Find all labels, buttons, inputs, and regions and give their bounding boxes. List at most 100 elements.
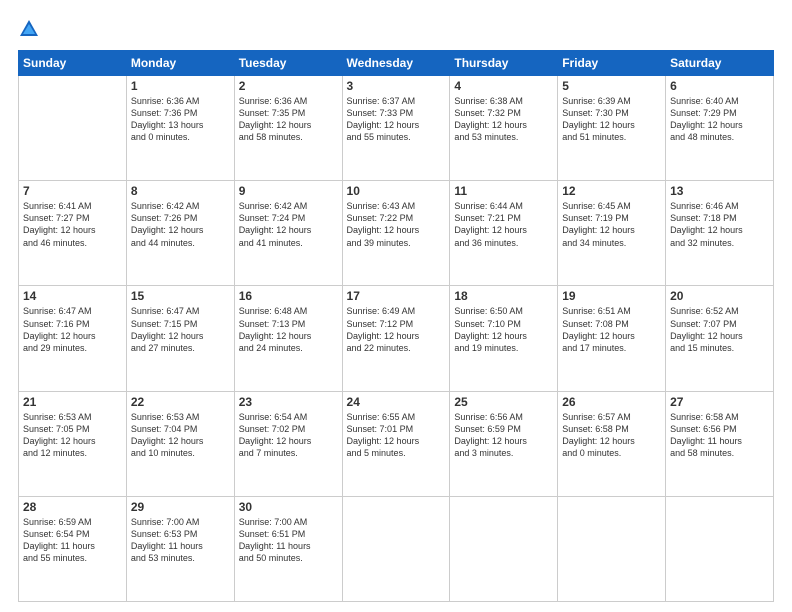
- day-number: 22: [131, 395, 230, 409]
- day-number: 12: [562, 184, 661, 198]
- calendar-cell: 4Sunrise: 6:38 AMSunset: 7:32 PMDaylight…: [450, 76, 558, 181]
- day-number: 11: [454, 184, 553, 198]
- day-info: Sunrise: 6:52 AMSunset: 7:07 PMDaylight:…: [670, 305, 769, 354]
- calendar-cell: [342, 496, 450, 601]
- calendar-cell: 6 Sunrise: 6:40 AMSunset: 7:29 PMDaylight…: [666, 76, 774, 181]
- day-info: Sunrise: 6:57 AMSunset: 6:58 PMDaylight:…: [562, 411, 661, 460]
- day-number: 29: [131, 500, 230, 514]
- calendar-cell: 3 Sunrise: 6:37 AMSunset: 7:33 PMDaylight…: [342, 76, 450, 181]
- calendar-week-5: 28Sunrise: 6:59 AMSunset: 6:54 PMDayligh…: [19, 496, 774, 601]
- calendar-cell: 30 Sunrise: 7:00 AMSunset: 6:51 PMDayligh…: [234, 496, 342, 601]
- day-info: Sunrise: 6:37 AMSunset: 7:33 PMDaylight:…: [347, 95, 446, 144]
- day-info: Sunrise: 6:36 AMSunset: 7:35 PMDaylight:…: [239, 95, 338, 144]
- calendar-cell: 26 Sunrise: 6:57 AMSunset: 6:58 PMDayligh…: [558, 391, 666, 496]
- calendar-cell: 22 Sunrise: 6:53 AMSunset: 7:04 PMDayligh…: [126, 391, 234, 496]
- weekday-header-friday: Friday: [558, 51, 666, 76]
- day-number: 26: [562, 395, 661, 409]
- day-number: 3: [347, 79, 446, 93]
- day-number: 30: [239, 500, 338, 514]
- day-number: 5: [562, 79, 661, 93]
- day-info: Sunrise: 6:50 AMSunset: 7:10 PMDaylight:…: [454, 305, 553, 354]
- day-info: Sunrise: 6:42 AMSunset: 7:26 PMDaylight:…: [131, 200, 230, 249]
- calendar-cell: [558, 496, 666, 601]
- calendar-cell: 9Sunrise: 6:42 AMSunset: 7:24 PMDaylight…: [234, 181, 342, 286]
- logo: [18, 18, 42, 40]
- calendar-cell: 13 Sunrise: 6:46 AMSunset: 7:18 PMDayligh…: [666, 181, 774, 286]
- calendar-cell: 1 Sunrise: 6:36 AMSunset: 7:36 PMDaylight…: [126, 76, 234, 181]
- day-info: Sunrise: 6:47 AMSunset: 7:15 PMDaylight:…: [131, 305, 230, 354]
- calendar-cell: 18 Sunrise: 6:50 AMSunset: 7:10 PMDayligh…: [450, 286, 558, 391]
- day-info: Sunrise: 6:46 AMSunset: 7:18 PMDaylight:…: [670, 200, 769, 249]
- calendar-cell: 5 Sunrise: 6:39 AMSunset: 7:30 PMDaylight…: [558, 76, 666, 181]
- day-info: Sunrise: 6:51 AMSunset: 7:08 PMDaylight:…: [562, 305, 661, 354]
- weekday-header-thursday: Thursday: [450, 51, 558, 76]
- page: SundayMondayTuesdayWednesdayThursdayFrid…: [0, 0, 792, 612]
- day-number: 9: [239, 184, 338, 198]
- calendar-week-3: 14 Sunrise: 6:47 AMSunset: 7:16 PMDayligh…: [19, 286, 774, 391]
- day-info: Sunrise: 6:36 AMSunset: 7:36 PMDaylight:…: [131, 95, 230, 144]
- day-number: 25: [454, 395, 553, 409]
- calendar-cell: 23Sunrise: 6:54 AMSunset: 7:02 PMDayligh…: [234, 391, 342, 496]
- day-info: Sunrise: 7:00 AMSunset: 6:51 PMDaylight:…: [239, 516, 338, 565]
- calendar-week-4: 21 Sunrise: 6:53 AMSunset: 7:05 PMDayligh…: [19, 391, 774, 496]
- day-number: 4: [454, 79, 553, 93]
- calendar-header-row: SundayMondayTuesdayWednesdayThursdayFrid…: [19, 51, 774, 76]
- calendar-cell: 28Sunrise: 6:59 AMSunset: 6:54 PMDayligh…: [19, 496, 127, 601]
- day-info: Sunrise: 6:58 AMSunset: 6:56 PMDaylight:…: [670, 411, 769, 460]
- day-number: 21: [23, 395, 122, 409]
- calendar-cell: 8 Sunrise: 6:42 AMSunset: 7:26 PMDaylight…: [126, 181, 234, 286]
- day-info: Sunrise: 6:54 AMSunset: 7:02 PMDaylight:…: [239, 411, 338, 460]
- day-number: 13: [670, 184, 769, 198]
- calendar-cell: 17 Sunrise: 6:49 AMSunset: 7:12 PMDayligh…: [342, 286, 450, 391]
- day-number: 17: [347, 289, 446, 303]
- calendar-cell: 21 Sunrise: 6:53 AMSunset: 7:05 PMDayligh…: [19, 391, 127, 496]
- day-info: Sunrise: 6:48 AMSunset: 7:13 PMDaylight:…: [239, 305, 338, 354]
- calendar-cell: 20 Sunrise: 6:52 AMSunset: 7:07 PMDayligh…: [666, 286, 774, 391]
- calendar-cell: [19, 76, 127, 181]
- day-info: Sunrise: 6:47 AMSunset: 7:16 PMDaylight:…: [23, 305, 122, 354]
- day-number: 24: [347, 395, 446, 409]
- day-number: 14: [23, 289, 122, 303]
- calendar-cell: 24 Sunrise: 6:55 AMSunset: 7:01 PMDayligh…: [342, 391, 450, 496]
- logo-icon: [18, 18, 40, 40]
- day-number: 27: [670, 395, 769, 409]
- calendar-cell: 10 Sunrise: 6:43 AMSunset: 7:22 PMDayligh…: [342, 181, 450, 286]
- day-info: Sunrise: 6:40 AMSunset: 7:29 PMDaylight:…: [670, 95, 769, 144]
- day-info: Sunrise: 6:39 AMSunset: 7:30 PMDaylight:…: [562, 95, 661, 144]
- day-number: 6: [670, 79, 769, 93]
- day-info: Sunrise: 6:45 AMSunset: 7:19 PMDaylight:…: [562, 200, 661, 249]
- day-number: 15: [131, 289, 230, 303]
- day-info: Sunrise: 6:41 AMSunset: 7:27 PMDaylight:…: [23, 200, 122, 249]
- day-info: Sunrise: 6:49 AMSunset: 7:12 PMDaylight:…: [347, 305, 446, 354]
- weekday-header-saturday: Saturday: [666, 51, 774, 76]
- day-info: Sunrise: 6:44 AMSunset: 7:21 PMDaylight:…: [454, 200, 553, 249]
- day-number: 20: [670, 289, 769, 303]
- calendar-cell: 2 Sunrise: 6:36 AMSunset: 7:35 PMDaylight…: [234, 76, 342, 181]
- weekday-header-tuesday: Tuesday: [234, 51, 342, 76]
- calendar-cell: 19 Sunrise: 6:51 AMSunset: 7:08 PMDayligh…: [558, 286, 666, 391]
- calendar-cell: 25Sunrise: 6:56 AMSunset: 6:59 PMDayligh…: [450, 391, 558, 496]
- calendar-week-2: 7 Sunrise: 6:41 AMSunset: 7:27 PMDaylight…: [19, 181, 774, 286]
- weekday-header-sunday: Sunday: [19, 51, 127, 76]
- day-info: Sunrise: 6:43 AMSunset: 7:22 PMDaylight:…: [347, 200, 446, 249]
- day-number: 10: [347, 184, 446, 198]
- calendar-cell: 12 Sunrise: 6:45 AMSunset: 7:19 PMDayligh…: [558, 181, 666, 286]
- weekday-header-wednesday: Wednesday: [342, 51, 450, 76]
- day-number: 8: [131, 184, 230, 198]
- day-number: 19: [562, 289, 661, 303]
- calendar-cell: 14 Sunrise: 6:47 AMSunset: 7:16 PMDayligh…: [19, 286, 127, 391]
- calendar-cell: 7 Sunrise: 6:41 AMSunset: 7:27 PMDaylight…: [19, 181, 127, 286]
- calendar-cell: 27 Sunrise: 6:58 AMSunset: 6:56 PMDayligh…: [666, 391, 774, 496]
- day-number: 2: [239, 79, 338, 93]
- day-info: Sunrise: 6:55 AMSunset: 7:01 PMDaylight:…: [347, 411, 446, 460]
- day-info: Sunrise: 6:53 AMSunset: 7:05 PMDaylight:…: [23, 411, 122, 460]
- calendar-cell: 16Sunrise: 6:48 AMSunset: 7:13 PMDayligh…: [234, 286, 342, 391]
- day-number: 1: [131, 79, 230, 93]
- calendar-cell: 29 Sunrise: 7:00 AMSunset: 6:53 PMDayligh…: [126, 496, 234, 601]
- day-info: Sunrise: 6:53 AMSunset: 7:04 PMDaylight:…: [131, 411, 230, 460]
- header: [18, 18, 774, 40]
- day-number: 7: [23, 184, 122, 198]
- day-info: Sunrise: 7:00 AMSunset: 6:53 PMDaylight:…: [131, 516, 230, 565]
- day-number: 18: [454, 289, 553, 303]
- calendar-cell: 11 Sunrise: 6:44 AMSunset: 7:21 PMDayligh…: [450, 181, 558, 286]
